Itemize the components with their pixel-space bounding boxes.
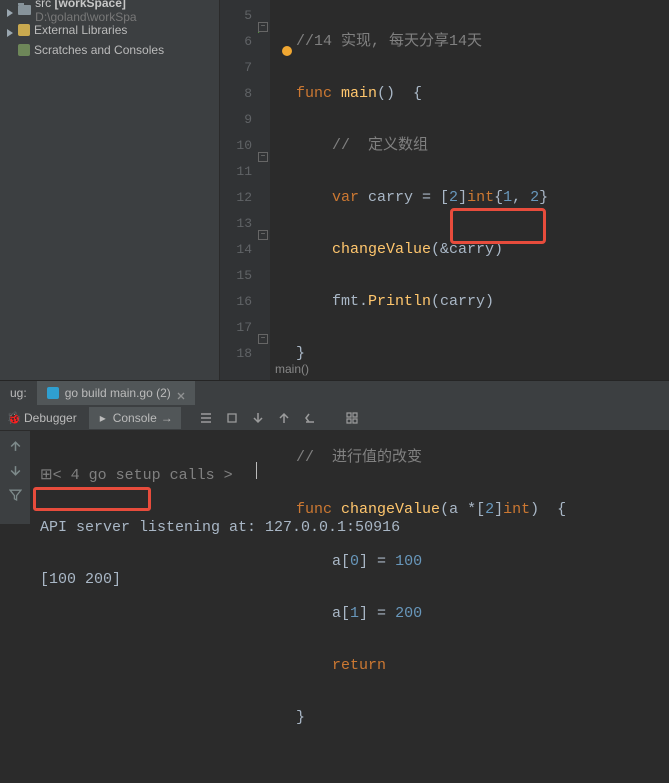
code-line: //14 实现, 每天分享14天 [296, 29, 669, 55]
up-button[interactable] [273, 407, 295, 429]
down-button[interactable] [247, 407, 269, 429]
tree-scratches[interactable]: Scratches and Consoles [0, 40, 219, 60]
line-number: 12 [220, 185, 270, 211]
text-caret [256, 462, 257, 479]
line-number: 7 [220, 55, 270, 81]
breadcrumb[interactable]: main() [275, 362, 309, 376]
wrap-button[interactable] [195, 407, 217, 429]
tab-label: Debugger [24, 411, 77, 425]
code-line: return [296, 653, 669, 679]
tree-root-label: src [workSpace] D:\goland\workSpa [35, 0, 219, 24]
console-line: [100 200] [40, 567, 659, 593]
highlight-box [33, 487, 151, 511]
code-area[interactable]: //14 实现, 每天分享14天 func main() { // 定义数组 v… [270, 0, 669, 380]
tree-item-label: External Libraries [34, 23, 127, 37]
grid-button[interactable] [341, 407, 363, 429]
fold-icon[interactable]: − [258, 334, 268, 344]
tree-item-label: Scratches and Consoles [34, 43, 164, 57]
step-button[interactable] [299, 407, 321, 429]
console-line: ⊞< 4 go setup calls > [40, 463, 659, 489]
line-number: 16 [220, 289, 270, 315]
scratch-icon [18, 44, 30, 56]
fold-icon[interactable]: − [258, 152, 268, 162]
up-arrow-icon[interactable] [6, 437, 24, 455]
go-icon [47, 387, 59, 399]
code-line: fmt.Println(carry) [296, 289, 669, 315]
code-line: changeValue(&carry) [296, 237, 669, 263]
tab-debugger[interactable]: 🐞 Debugger [0, 407, 85, 429]
scroll-button[interactable] [221, 407, 243, 429]
line-gutter: 5 6 7 8 9 10 11 12 13 14 15 16 17 18 − −… [220, 0, 270, 380]
fold-icon[interactable]: − [258, 22, 268, 32]
line-number: 18 [220, 341, 270, 367]
folder-icon [18, 5, 31, 15]
run-config-tab[interactable]: go build main.go (2) [37, 381, 195, 405]
panel-subtitle: ug: [0, 381, 37, 405]
code-line: var carry = [2]int{1, 2} [296, 185, 669, 211]
console-line: API server listening at: 127.0.0.1:50916 [40, 515, 659, 541]
line-number: 11 [220, 159, 270, 185]
filter-icon[interactable] [6, 485, 24, 503]
line-number: 8 [220, 81, 270, 107]
arrow-right-icon: → [161, 411, 173, 425]
down-arrow-icon[interactable] [6, 461, 24, 479]
project-tree[interactable]: src [workSpace] D:\goland\workSpa Extern… [0, 0, 220, 380]
console-output[interactable]: ⊞< 4 go setup calls > API server listeni… [30, 431, 669, 524]
code-line: func main() { [296, 81, 669, 107]
editor[interactable]: 5 6 7 8 9 10 11 12 13 14 15 16 17 18 − −… [220, 0, 669, 380]
code-line: } [296, 341, 669, 367]
library-icon [18, 24, 30, 36]
close-icon[interactable] [177, 389, 185, 397]
tab-label: Console [113, 411, 157, 425]
code-line: // 定义数组 [296, 133, 669, 159]
tab-console[interactable]: ▸ Console → [89, 407, 181, 429]
bug-icon: 🐞 [8, 412, 20, 424]
line-number: 14 [220, 237, 270, 263]
fold-icon[interactable]: − [258, 230, 268, 240]
console-toolbar [0, 431, 30, 524]
console-icon: ▸ [97, 412, 109, 424]
line-number: 15 [220, 263, 270, 289]
tree-root[interactable]: src [workSpace] D:\goland\workSpa [0, 0, 219, 20]
expand-icon [6, 6, 14, 14]
code-line: a[1] = 200 [296, 601, 669, 627]
expand-icon [6, 26, 14, 34]
line-number: 9 [220, 107, 270, 133]
tab-label: go build main.go (2) [65, 386, 171, 400]
code-line: } [296, 705, 669, 731]
